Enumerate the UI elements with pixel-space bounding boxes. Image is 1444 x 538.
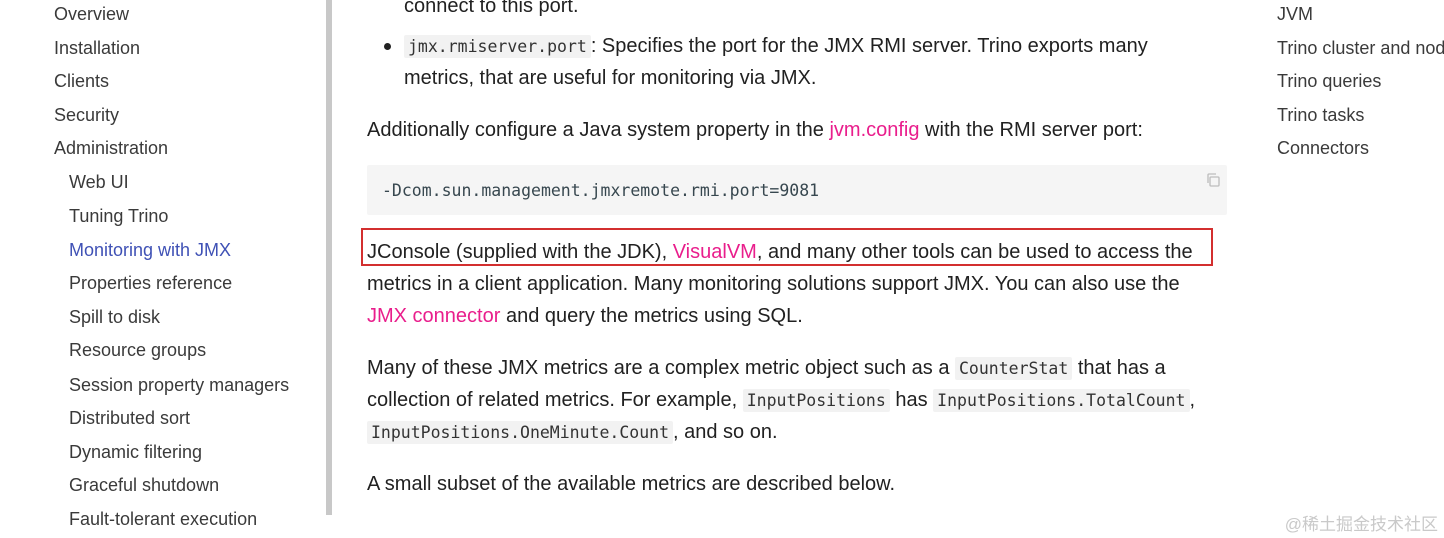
nav-item-resource-groups[interactable]: Resource groups — [69, 339, 206, 361]
nav-item-web-ui[interactable]: Web UI — [69, 171, 129, 193]
toc-item-connectors[interactable]: Connectors — [1277, 137, 1369, 159]
p3-l2-text: collection of related metrics. For examp… — [367, 389, 743, 411]
p2-line-3: JMX connector and query the metrics usin… — [367, 300, 803, 332]
paragraph-jvm-config: Additionally configure a Java system pro… — [367, 114, 1143, 146]
p2-line-3-text: and query the metrics using SQL. — [500, 305, 803, 327]
p3-line-3: InputPositions.OneMinute.Count, and so o… — [367, 416, 778, 449]
p1-text-before: Additionally configure a Java system pro… — [367, 119, 830, 141]
bullet-line-1: jmx.rmiserver.port: Specifies the port f… — [404, 30, 1148, 63]
nav-item-monitoring-with-jmx[interactable]: Monitoring with JMX — [69, 239, 231, 261]
p3-l2-after: , — [1189, 389, 1196, 411]
nav-item-distributed-sort[interactable]: Distributed sort — [69, 407, 190, 429]
left-navigation: Overview Installation Clients Security A… — [0, 0, 332, 529]
p3-line-2: collection of related metrics. For examp… — [367, 384, 1195, 417]
inline-code-inputpositions-totalcount: InputPositions.TotalCount — [933, 389, 1190, 412]
nav-item-properties-reference[interactable]: Properties reference — [69, 272, 232, 294]
inline-code-jmx-rmiserver-port: jmx.rmiserver.port — [404, 35, 591, 58]
nav-item-spill-to-disk[interactable]: Spill to disk — [69, 306, 160, 328]
table-of-contents: JVM Trino cluster and nodes Trino querie… — [1277, 0, 1444, 170]
code-block-text: -Dcom.sun.management.jmxremote.rmi.port=… — [382, 181, 820, 200]
p1-text-after: with the RMI server port: — [919, 119, 1143, 141]
nav-item-security[interactable]: Security — [54, 104, 119, 126]
p2-text-after: , and many other tools can be used to ac… — [756, 241, 1193, 263]
bullet-line-2: metrics, that are useful for monitoring … — [404, 67, 817, 89]
jvm-config-link[interactable]: jvm.config — [829, 119, 919, 141]
watermark: @稀土掘金技术社区 — [1284, 515, 1438, 534]
jmx-connector-link[interactable]: JMX connector — [367, 305, 500, 327]
code-block: -Dcom.sun.management.jmxremote.rmi.port=… — [367, 165, 1227, 215]
nav-item-session-property-managers[interactable]: Session property managers — [69, 374, 289, 396]
cut-off-line: connect to this port. — [404, 0, 579, 17]
p3-l1-text: Many of these JMX metrics are a complex … — [367, 357, 955, 379]
visualvm-link[interactable]: VisualVM — [673, 241, 757, 263]
toc-item-trino-cluster-and-nodes[interactable]: Trino cluster and nodes — [1277, 37, 1444, 59]
nav-item-graceful-shutdown[interactable]: Graceful shutdown — [69, 474, 219, 496]
main-content: connect to this port. jmx.rmiserver.port… — [340, 0, 1240, 538]
p2-line-2: metrics in a client application. Many mo… — [367, 273, 1180, 295]
nav-item-tuning-trino[interactable]: Tuning Trino — [69, 205, 168, 227]
inline-code-counterstat: CounterStat — [955, 357, 1073, 380]
nav-item-overview[interactable]: Overview — [54, 3, 129, 25]
bullet-text-1: : Specifies the port for the JMX RMI ser… — [590, 35, 1148, 57]
inline-code-inputpositions-oneminute-count: InputPositions.OneMinute.Count — [367, 421, 674, 444]
nav-item-dynamic-filtering[interactable]: Dynamic filtering — [69, 441, 202, 463]
toc-item-trino-tasks[interactable]: Trino tasks — [1277, 104, 1364, 126]
p2-text-before: JConsole (supplied with the JDK), — [367, 241, 673, 263]
p3-line-1: Many of these JMX metrics are a complex … — [367, 352, 1166, 385]
p3-l3-after: , and so on. — [673, 421, 778, 443]
p2-line-1: JConsole (supplied with the JDK), Visual… — [367, 236, 1193, 268]
nav-item-installation[interactable]: Installation — [54, 37, 140, 59]
nav-item-fault-tolerant-execution[interactable]: Fault-tolerant execution — [69, 508, 257, 530]
nav-item-clients[interactable]: Clients — [54, 70, 109, 92]
bullet-point — [384, 43, 391, 50]
inline-code-inputpositions: InputPositions — [742, 389, 890, 412]
p4-line: A small subset of the available metrics … — [367, 473, 896, 495]
p3-l1-after: that has a — [1072, 357, 1166, 379]
toc-item-trino-queries[interactable]: Trino queries — [1277, 70, 1381, 92]
nav-scrollbar[interactable] — [326, 0, 332, 515]
copy-icon[interactable] — [1205, 172, 1221, 188]
nav-item-administration[interactable]: Administration — [54, 137, 168, 159]
toc-item-jvm[interactable]: JVM — [1277, 3, 1313, 25]
p3-l2-mid: has — [889, 389, 934, 411]
